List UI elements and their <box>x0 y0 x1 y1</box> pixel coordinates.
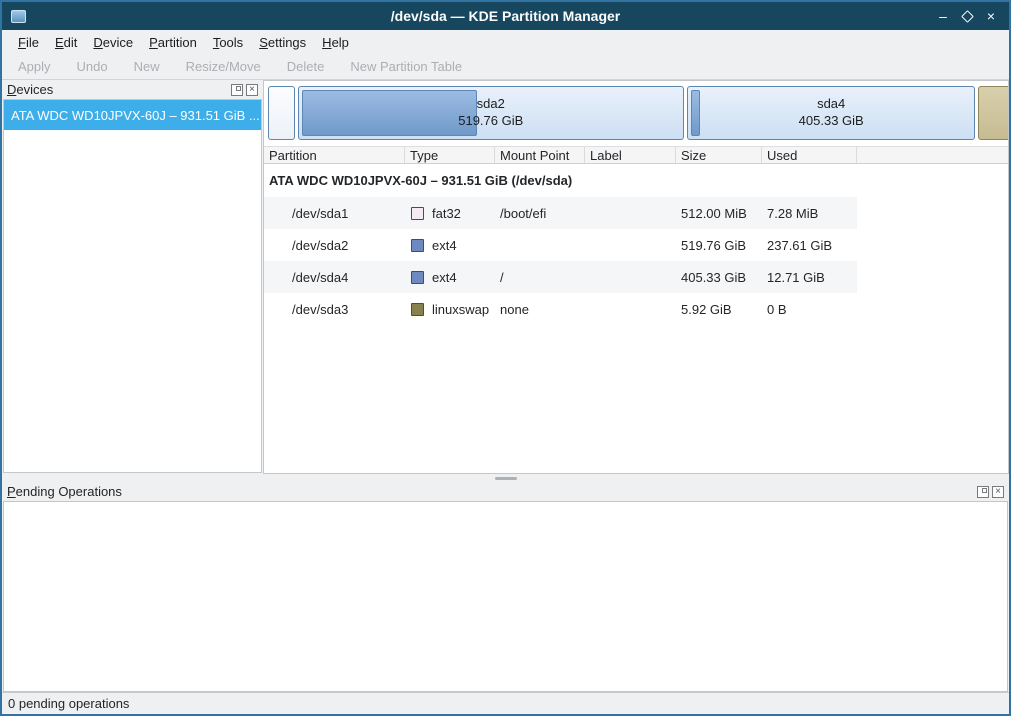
filesystem-type: linuxswap <box>432 302 489 317</box>
window-controls: – × <box>933 6 1009 26</box>
column-header-used[interactable]: Used <box>762 147 857 163</box>
toolbar: Apply Undo New Resize/Move Delete New Pa… <box>2 54 1009 80</box>
devices-panel-header: Devices × <box>2 80 263 99</box>
cell-partition: /dev/sda1 <box>264 206 405 221</box>
device-list-item[interactable]: ATA WDC WD10JPVX-60J – 931.51 GiB ... <box>4 100 261 130</box>
menu-item-file[interactable]: File <box>10 32 47 53</box>
toolbar-button-delete[interactable]: Delete <box>287 59 325 74</box>
menu-item-partition[interactable]: Partition <box>141 32 205 53</box>
pending-operations-title: Pending Operations <box>7 484 974 499</box>
column-header-filler <box>857 147 1008 163</box>
segment-name: sda4 <box>817 96 845 113</box>
toolbar-button-new-partition-table[interactable]: New Partition Table <box>350 59 462 74</box>
cell-size: 519.76 GiB <box>676 238 762 253</box>
cell-type: fat32 <box>405 206 495 221</box>
devices-float-button[interactable] <box>231 84 243 96</box>
toolbar-button-resize-move[interactable]: Resize/Move <box>186 59 261 74</box>
devices-close-button[interactable]: × <box>246 84 258 96</box>
partition-bar: sda2 519.76 GiB sda4 405.33 GiB <box>268 86 1008 140</box>
devices-list: ATA WDC WD10JPVX-60J – 931.51 GiB ... <box>3 99 262 473</box>
toolbar-button-new[interactable]: New <box>134 59 160 74</box>
pending-float-button[interactable] <box>977 486 989 498</box>
maximize-icon <box>961 10 974 23</box>
menu-item-tools[interactable]: Tools <box>205 32 251 53</box>
minimize-button[interactable]: – <box>933 6 953 26</box>
segment-name: sda2 <box>477 96 505 113</box>
filesystem-color-icon <box>411 271 424 284</box>
status-text: 0 pending operations <box>8 696 129 711</box>
table-row[interactable]: /dev/sda4 ext4 / 405.33 GiB 12.71 GiB <box>264 261 857 293</box>
app-icon <box>11 10 26 23</box>
segment-size: 405.33 GiB <box>799 113 864 130</box>
partition-view-panel: sda2 519.76 GiB sda4 405.33 GiB Partitio… <box>263 80 1009 474</box>
cell-size: 5.92 GiB <box>676 302 762 317</box>
filesystem-color-icon <box>411 207 424 220</box>
statusbar: 0 pending operations <box>2 692 1009 714</box>
table-row[interactable]: /dev/sda2 ext4 519.76 GiB 237.61 GiB <box>264 229 857 261</box>
cell-type: ext4 <box>405 238 495 253</box>
close-button[interactable]: × <box>981 6 1001 26</box>
titlebar: /dev/sda — KDE Partition Manager – × <box>2 2 1009 30</box>
cell-partition: /dev/sda3 <box>264 302 405 317</box>
splitter[interactable] <box>2 474 1009 482</box>
toolbar-button-apply[interactable]: Apply <box>18 59 51 74</box>
devices-panel: Devices × ATA WDC WD10JPVX-60J – 931.51 … <box>2 80 263 474</box>
filesystem-type: ext4 <box>432 238 457 253</box>
cell-type: linuxswap <box>405 302 495 317</box>
table-header: Partition Type Mount Point Label Size Us… <box>264 146 1008 164</box>
cell-used: 237.61 GiB <box>762 238 857 253</box>
menu-item-edit[interactable]: Edit <box>47 32 85 53</box>
device-group-row[interactable]: ATA WDC WD10JPVX-60J – 931.51 GiB (/dev/… <box>264 164 1008 197</box>
filesystem-type: fat32 <box>432 206 461 221</box>
used-space-indicator <box>302 90 478 136</box>
partition-segment-sda4[interactable]: sda4 405.33 GiB <box>687 86 976 140</box>
float-icon <box>982 488 987 493</box>
window: /dev/sda — KDE Partition Manager – × Fil… <box>0 0 1011 716</box>
cell-mount-point: / <box>495 270 585 285</box>
column-header-partition[interactable]: Partition <box>264 147 405 163</box>
main-area: Devices × ATA WDC WD10JPVX-60J – 931.51 … <box>2 80 1009 474</box>
filesystem-color-icon <box>411 239 424 252</box>
partition-table: Partition Type Mount Point Label Size Us… <box>264 146 1008 473</box>
menu-item-device[interactable]: Device <box>85 32 141 53</box>
cell-used: 0 B <box>762 302 857 317</box>
cell-mount-point: /boot/efi <box>495 206 585 221</box>
menu-item-help[interactable]: Help <box>314 32 357 53</box>
cell-used: 12.71 GiB <box>762 270 857 285</box>
partition-segment-sda3[interactable] <box>978 86 1008 140</box>
column-header-size[interactable]: Size <box>676 147 762 163</box>
splitter-handle-icon <box>495 477 517 480</box>
menubar: File Edit Device Partition Tools Setting… <box>2 30 1009 54</box>
filesystem-type: ext4 <box>432 270 457 285</box>
cell-used: 7.28 MiB <box>762 206 857 221</box>
cell-size: 512.00 MiB <box>676 206 762 221</box>
column-header-mount-point[interactable]: Mount Point <box>495 147 585 163</box>
window-title: /dev/sda — KDE Partition Manager <box>2 8 1009 24</box>
cell-type: ext4 <box>405 270 495 285</box>
used-space-indicator <box>691 90 700 136</box>
filesystem-color-icon <box>411 303 424 316</box>
column-header-type[interactable]: Type <box>405 147 495 163</box>
cell-mount-point: none <box>495 302 585 317</box>
toolbar-button-undo[interactable]: Undo <box>77 59 108 74</box>
cell-partition: /dev/sda4 <box>264 270 405 285</box>
maximize-button[interactable] <box>957 6 977 26</box>
table-row[interactable]: /dev/sda3 linuxswap none 5.92 GiB 0 B <box>264 293 857 325</box>
devices-panel-title: Devices <box>7 82 228 97</box>
partition-segment-sda2[interactable]: sda2 519.76 GiB <box>298 86 684 140</box>
column-header-label[interactable]: Label <box>585 147 676 163</box>
pending-operations-header: Pending Operations × <box>2 482 1009 501</box>
float-icon <box>236 86 241 91</box>
partition-segment-sda1[interactable] <box>268 86 295 140</box>
cell-partition: /dev/sda2 <box>264 238 405 253</box>
cell-size: 405.33 GiB <box>676 270 762 285</box>
menu-item-settings[interactable]: Settings <box>251 32 314 53</box>
pending-close-button[interactable]: × <box>992 486 1004 498</box>
table-row[interactable]: /dev/sda1 fat32 /boot/efi 512.00 MiB 7.2… <box>264 197 857 229</box>
partition-segment-label: sda4 405.33 GiB <box>688 87 975 139</box>
pending-operations-list <box>3 501 1008 692</box>
